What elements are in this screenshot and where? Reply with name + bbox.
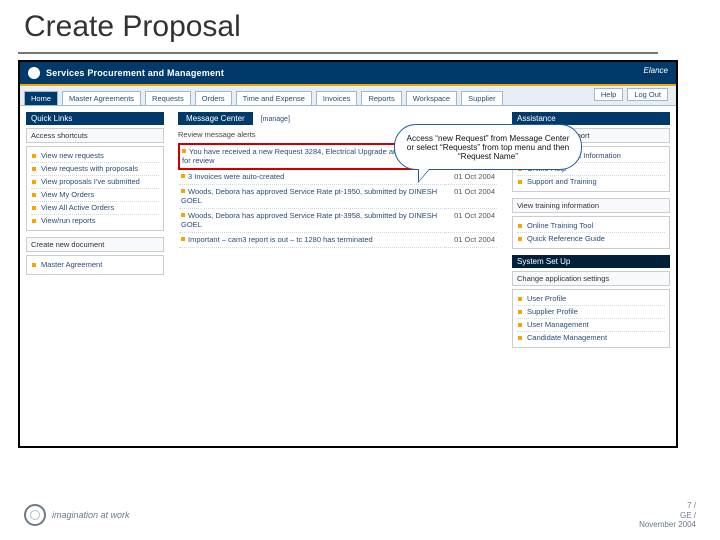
footer-page: 7 / [639,501,696,511]
quick-links-header: Quick Links [26,112,164,125]
top-tabs: Home Master Agreements Requests Orders T… [20,86,676,106]
message-date: 01 Oct 2004 [445,169,497,185]
bullet-icon [181,174,185,178]
quick-links-create: Master Agreement [26,255,164,275]
message-row[interactable]: 3 Invoices were auto-created 01 Oct 2004 [179,169,497,185]
footer-logo: imagination at work [24,504,130,526]
message-date: 01 Oct 2004 [445,185,497,209]
elance-brand: Elance [644,66,668,75]
footer-tagline: imagination at work [52,510,130,520]
footer-org: GE / [639,511,696,521]
message-text: Important – cam3 report is out – tc 1280… [188,235,373,244]
ql-view-all-active-orders[interactable]: View All Active Orders [31,202,159,215]
training-quick-reference[interactable]: Quick Reference Guide [517,233,665,245]
message-text: 3 Invoices were auto-created [188,172,284,181]
ql-view-my-orders[interactable]: View My Orders [31,189,159,202]
callout-bubble: Access “new Request” from Message Center… [394,124,582,170]
ql-view-proposals-submitted[interactable]: View proposals I've submitted [31,176,159,189]
tab-invoices[interactable]: Invoices [316,91,358,105]
tab-workspace[interactable]: Workspace [406,91,457,105]
assist-support-training[interactable]: Support and Training [517,176,665,188]
tab-time-expense[interactable]: Time and Expense [236,91,312,105]
bullet-icon [182,149,186,153]
tab-reports[interactable]: Reports [361,91,401,105]
bullet-icon [181,237,185,241]
message-row[interactable]: Woods, Debora has approved Service Rate … [179,209,497,233]
ql-view-run-reports[interactable]: View/run reports [31,215,159,227]
ql-view-requests-with-proposals[interactable]: View requests with proposals [31,163,159,176]
ql-master-agreement[interactable]: Master Agreement [31,259,159,271]
quick-links-shortcuts-label: Access shortcuts [26,128,164,143]
tab-home[interactable]: Home [24,91,58,105]
setup-user-profile[interactable]: User Profile [517,293,665,306]
message-row[interactable]: Woods, Debora has approved Service Rate … [179,185,497,209]
app-header: Services Procurement and Management Elan… [20,62,676,84]
system-setup-label: Change application settings [512,271,670,286]
tab-supplier[interactable]: Supplier [461,91,503,105]
footer-date: November 2004 [639,520,696,530]
screenshot-frame: Services Procurement and Management Elan… [18,60,678,448]
ql-view-new-requests[interactable]: View new requests [31,150,159,163]
footer-meta: 7 / GE / November 2004 [639,501,696,530]
help-button[interactable]: Help [594,88,623,101]
setup-supplier-profile[interactable]: Supplier Profile [517,306,665,319]
bullet-icon [181,189,185,193]
message-center-header: Message Center [178,112,253,125]
message-date: 01 Oct 2004 [445,209,497,233]
message-center-manage-link[interactable]: [manage] [261,116,290,123]
setup-user-management[interactable]: User Management [517,319,665,332]
training-list: Online Training Tool Quick Reference Gui… [512,216,670,249]
tab-requests[interactable]: Requests [145,91,191,105]
ge-logo-icon [28,67,40,79]
message-row[interactable]: Important – cam3 report is out – tc 1280… [179,233,497,248]
message-text: Woods, Debora has approved Service Rate … [181,187,437,205]
system-setup-list: User Profile Supplier Profile User Manag… [512,289,670,348]
setup-candidate-management[interactable]: Candidate Management [517,332,665,344]
ge-ring-icon [24,504,46,526]
tab-orders[interactable]: Orders [195,91,232,105]
training-label: View training information [512,198,670,213]
app-title: Services Procurement and Management [46,68,224,78]
message-date: 01 Oct 2004 [445,233,497,248]
title-underline [18,52,658,54]
quick-links-create-label: Create new document [26,237,164,252]
bullet-icon [181,213,185,217]
page-title: Create Proposal [24,10,241,44]
quick-links-shortcuts: View new requests View requests with pro… [26,146,164,231]
system-setup-header: System Set Up [512,255,670,268]
training-online-tool[interactable]: Online Training Tool [517,220,665,233]
message-text: Woods, Debora has approved Service Rate … [181,211,437,229]
tab-master-agreements[interactable]: Master Agreements [62,91,141,105]
logout-button[interactable]: Log Out [627,88,668,101]
